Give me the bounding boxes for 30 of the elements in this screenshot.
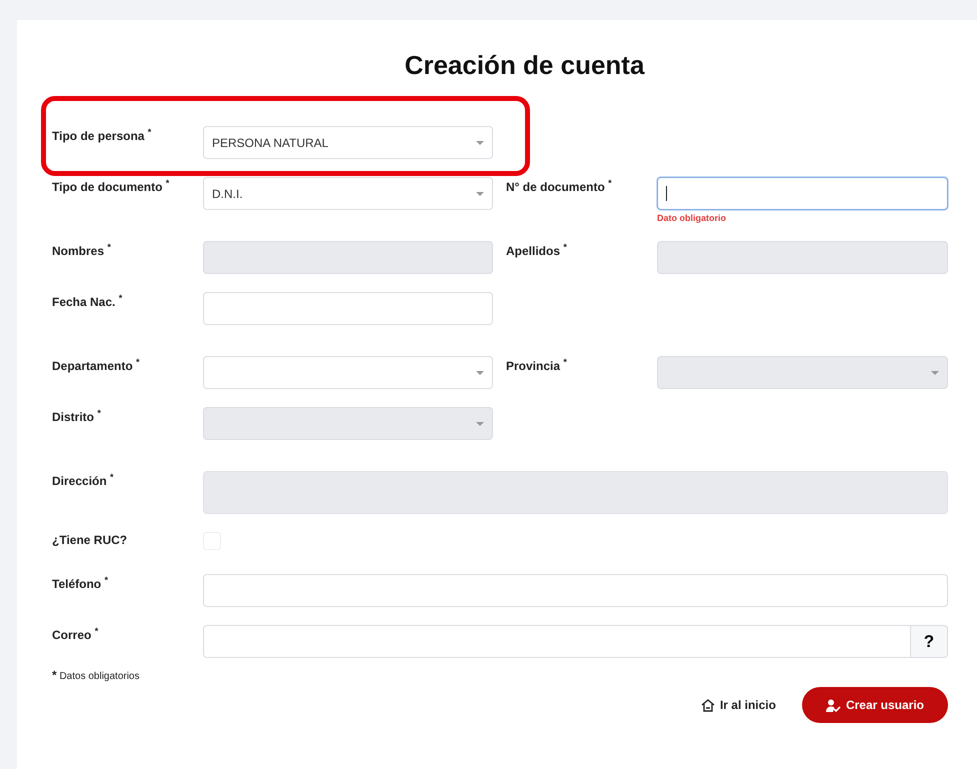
field-label: ¿Tiene RUC? <box>52 532 128 547</box>
select-field[interactable] <box>203 356 493 389</box>
create-user-button[interactable]: Crear usuario <box>802 687 948 723</box>
select-field[interactable]: D.N.I. <box>203 177 493 210</box>
field-label: Apellidos $^{*}$ <box>506 241 568 258</box>
select-field[interactable]: PERSONA NATURAL <box>203 126 493 159</box>
caret-icon <box>931 370 939 374</box>
caret-icon <box>476 192 484 196</box>
field-label: Teléfono $^{*}$ <box>52 574 109 591</box>
required-note: * Datos obligatorios <box>52 668 140 682</box>
field-label: Correo $^{*}$ <box>52 625 100 642</box>
caret-icon <box>476 140 484 144</box>
field-label: Distrito $^{*}$ <box>52 407 102 424</box>
caret-icon <box>476 370 484 374</box>
field-label: Provincia $^{*}$ <box>506 356 568 373</box>
field-label: Dirección $^{*}$ <box>52 471 115 488</box>
home-icon <box>700 698 715 712</box>
field-label: Fecha Nac. $^{*}$ <box>52 292 124 309</box>
page-title: Creación de cuenta <box>404 50 646 81</box>
field-label: N° de documento $^{*}$ <box>506 177 613 194</box>
field-label: Tipo de persona $^{*}$ <box>52 126 152 143</box>
field-label: Departamento $^{*}$ <box>52 356 141 373</box>
field-label: Nombres $^{*}$ <box>52 241 112 258</box>
input-field[interactable] <box>657 177 948 210</box>
home-link[interactable]: Ir al inicio <box>700 698 776 712</box>
field-label: Tipo de documento $^{*}$ <box>52 177 170 194</box>
user-check-icon <box>826 698 841 712</box>
help-button[interactable]: ? <box>911 625 948 658</box>
caret-icon <box>476 422 484 426</box>
error-message: Dato obligatorio <box>657 213 727 223</box>
